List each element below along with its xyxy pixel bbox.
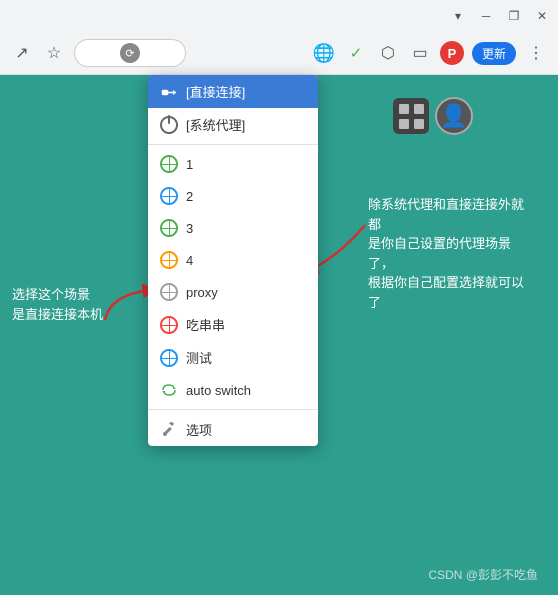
menu-item-3-label: 3 [186,221,193,236]
menu-item-1[interactable]: 1 [148,148,318,180]
menu-item-system[interactable]: [系统代理] [148,108,318,141]
user-avatar-page: 👤 [435,97,473,135]
extension-indicator: ⟳ [120,43,140,63]
annotation-left: 选择这个场景 是直接连接本机 [12,285,112,324]
grid-ext-icon [393,98,429,134]
checkmark-extension-icon[interactable]: ✓ [344,41,368,65]
toolbar: ↗ ☆ ⟳ 🌐 ✓ ⬡ ▭ P 更新 ⋮ [0,32,558,74]
menu-item-proxy-label: proxy [186,285,218,300]
watermark: CSDN @彭彭不吃鱼 [428,566,538,583]
page-ext-icons: 👤 [393,97,473,135]
close-btn[interactable]: ✕ [534,8,550,24]
power-icon [160,116,178,134]
menu-item-chichuanchuan-label: 吃串串 [186,315,225,334]
annotation-right: 除系统代理和直接连接外就都 是你自己设置的代理场景了， 根据你自己配置选择就可以… [368,195,528,312]
browser-chrome: ▾ ─ ❐ ✕ ↗ ☆ ⟳ 🌐 ✓ ⬡ ▭ P 更新 ⋮ [0,0,558,75]
page-content: 👤 [直接连接] [系统代理] [0,75,558,595]
star-icon[interactable]: ☆ [42,41,66,65]
switchyomega-icon[interactable]: 🌐 [312,41,336,65]
share-icon[interactable]: ↗ [10,41,34,65]
globe-4-icon [160,251,178,269]
window-icon[interactable]: ▭ [408,41,432,65]
menu-item-direct-label: [直接连接] [186,82,245,101]
proxy-dropdown-menu: [直接连接] [系统代理] 1 2 [148,75,318,446]
menu-item-direct[interactable]: [直接连接] [148,75,318,108]
menu-item-test-label: 测试 [186,348,212,367]
autoswitch-icon [160,381,178,399]
menu-divider-1 [148,144,318,145]
menu-item-2[interactable]: 2 [148,180,318,212]
globe-3-icon [160,219,178,237]
maximize-btn[interactable]: ❐ [506,8,522,24]
menu-item-chichuanchuan[interactable]: 吃串串 [148,308,318,341]
menu-item-1-label: 1 [186,157,193,172]
update-button[interactable]: 更新 [472,42,516,65]
settings-wrench-icon [160,421,178,439]
menu-item-autoswitch-label: auto switch [186,383,251,398]
browser-menu-icon[interactable]: ⋮ [524,41,548,65]
menu-item-test[interactable]: 测试 [148,341,318,374]
collapse-btn[interactable]: ▾ [450,8,466,24]
menu-item-options-label: 选项 [186,420,212,439]
menu-item-3[interactable]: 3 [148,212,318,244]
globe-test-icon [160,349,178,367]
menu-item-4-label: 4 [186,253,193,268]
menu-item-options[interactable]: 选项 [148,413,318,446]
globe-proxy-icon [160,283,178,301]
minimize-btn[interactable]: ─ [478,8,494,24]
menu-item-2-label: 2 [186,189,193,204]
direct-icon [160,83,178,101]
menu-item-autoswitch[interactable]: auto switch [148,374,318,406]
globe-2-icon [160,187,178,205]
globe-chichuanchuan-icon [160,316,178,334]
menu-divider-2 [148,409,318,410]
menu-item-4[interactable]: 4 [148,244,318,276]
title-bar: ▾ ─ ❐ ✕ [0,0,558,32]
menu-item-system-label: [系统代理] [186,115,245,134]
puzzle-extension-icon[interactable]: ⬡ [376,41,400,65]
globe-1-icon [160,155,178,173]
omnibox[interactable]: ⟳ [74,39,186,67]
menu-item-proxy[interactable]: proxy [148,276,318,308]
profile-avatar[interactable]: P [440,41,464,65]
